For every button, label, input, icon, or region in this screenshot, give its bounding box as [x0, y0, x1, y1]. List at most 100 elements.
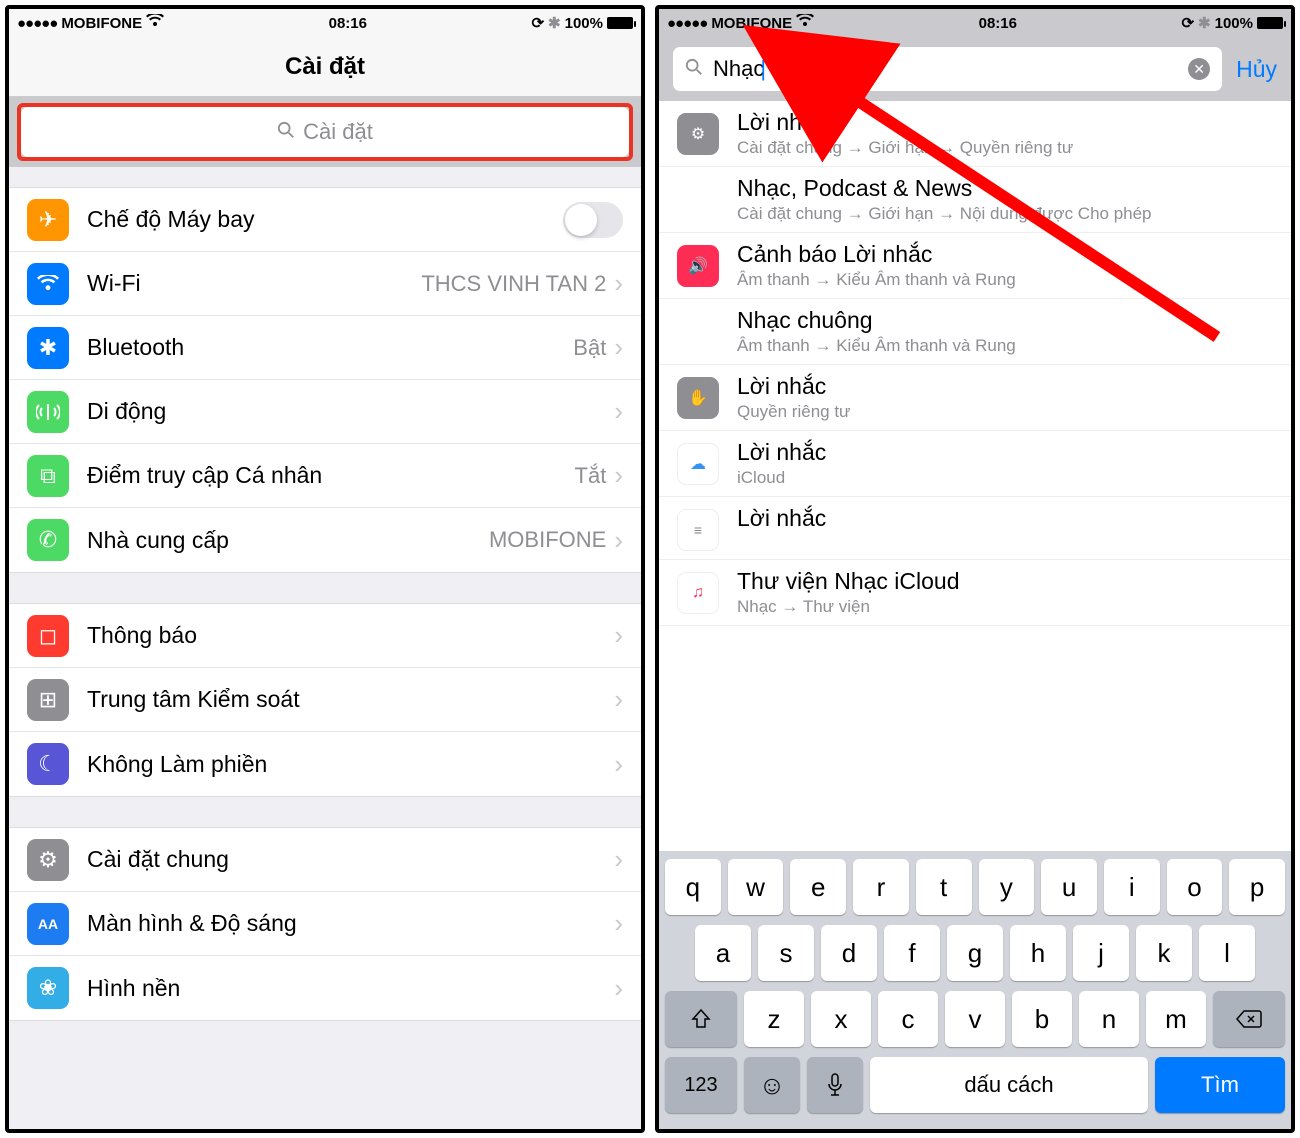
row-bluetooth[interactable]: ✱ Bluetooth Bật ›: [9, 316, 641, 380]
hand-icon: ✋: [677, 377, 719, 419]
signal-dots-icon: ●●●●●: [17, 15, 57, 32]
cancel-button[interactable]: Hủy: [1236, 56, 1277, 83]
dnd-icon: ☾: [27, 743, 69, 785]
key-l[interactable]: l: [1199, 925, 1255, 981]
result-item[interactable]: ≡ Lời nhắc: [659, 497, 1291, 560]
result-item[interactable]: ⚙ Lời nhắc Cài đặt chung → Giới hạn → Qu…: [659, 101, 1291, 167]
result-path: Âm thanh → Kiểu Âm thanh và Rung: [737, 336, 1273, 356]
space-key[interactable]: dấu cách: [870, 1057, 1148, 1113]
key-q[interactable]: q: [665, 859, 721, 915]
key-p[interactable]: p: [1229, 859, 1285, 915]
lock-icon: ⟳: [1181, 14, 1194, 32]
result-title: Lời nhắc: [737, 439, 1273, 466]
search-icon: [277, 119, 295, 145]
chevron-right-icon: ›: [614, 844, 623, 875]
row-hotspot[interactable]: ⧉ Điểm truy cập Cá nhân Tắt ›: [9, 444, 641, 508]
search-container: Cài đặt: [9, 97, 641, 167]
key-r[interactable]: r: [853, 859, 909, 915]
result-path: Cài đặt chung → Giới hạn → Quyền riêng t…: [737, 138, 1273, 158]
result-item[interactable]: ♫ Thư viện Nhạc iCloud Nhạc → Thư viện: [659, 560, 1291, 626]
row-label: Di động: [87, 398, 606, 425]
clock-label: 08:16: [979, 15, 1017, 32]
key-w[interactable]: w: [728, 859, 784, 915]
key-d[interactable]: d: [821, 925, 877, 981]
bluetooth-icon: ✱: [1198, 14, 1211, 32]
result-title: Cảnh báo Lời nhắc: [737, 241, 1273, 268]
clock-label: 08:16: [329, 15, 367, 32]
wallpaper-icon: ❀: [27, 967, 69, 1009]
row-dnd[interactable]: ☾ Không Làm phiền ›: [9, 732, 641, 796]
notifications-icon: ◻: [27, 615, 69, 657]
settings-group-connectivity: ✈ Chế độ Máy bay Wi-Fi THCS VINH TAN 2 ›…: [9, 187, 641, 573]
key-n[interactable]: n: [1079, 991, 1139, 1047]
carrier-label: MOBIFONE: [61, 15, 142, 32]
sound-icon: 🔊: [677, 245, 719, 287]
key-y[interactable]: y: [979, 859, 1035, 915]
key-s[interactable]: s: [758, 925, 814, 981]
row-label: Wi-Fi: [87, 270, 421, 297]
key-u[interactable]: u: [1041, 859, 1097, 915]
key-a[interactable]: a: [695, 925, 751, 981]
key-v[interactable]: v: [945, 991, 1005, 1047]
airplane-icon: ✈: [27, 199, 69, 241]
emoji-key[interactable]: ☺: [744, 1057, 800, 1113]
nav-bar: Cài đặt: [9, 37, 641, 97]
key-t[interactable]: t: [916, 859, 972, 915]
airplane-toggle[interactable]: [563, 202, 623, 238]
key-o[interactable]: o: [1167, 859, 1223, 915]
key-b[interactable]: b: [1012, 991, 1072, 1047]
key-h[interactable]: h: [1010, 925, 1066, 981]
key-k[interactable]: k: [1136, 925, 1192, 981]
search-field[interactable]: Cài đặt: [21, 107, 629, 157]
result-item[interactable]: ☁ Lời nhắc iCloud: [659, 431, 1291, 497]
row-airplane[interactable]: ✈ Chế độ Máy bay: [9, 188, 641, 252]
shift-key[interactable]: [665, 991, 737, 1047]
key-x[interactable]: x: [811, 991, 871, 1047]
hotspot-icon: ⧉: [27, 455, 69, 497]
wifi-settings-icon: [27, 263, 69, 305]
return-key[interactable]: Tìm: [1155, 1057, 1285, 1113]
result-path: iCloud: [737, 468, 1273, 488]
search-input[interactable]: Nhạc| ✕: [673, 47, 1222, 91]
music-icon: ♫: [677, 572, 719, 614]
gear-icon: ⚙: [27, 839, 69, 881]
row-label: Bluetooth: [87, 334, 573, 361]
row-wallpaper[interactable]: ❀ Hình nền ›: [9, 956, 641, 1020]
numeric-key[interactable]: 123: [665, 1057, 737, 1113]
row-carrier[interactable]: ✆ Nhà cung cấp MOBIFONE ›: [9, 508, 641, 572]
control-center-icon: ⊞: [27, 679, 69, 721]
keyboard-row-2: a s d f g h j k l: [665, 925, 1285, 981]
keyboard-row-4: 123 ☺ dấu cách Tìm: [665, 1057, 1285, 1113]
row-value: MOBIFONE: [489, 527, 606, 553]
row-label: Trung tâm Kiểm soát: [87, 686, 606, 713]
result-item[interactable]: Nhạc chuông Âm thanh → Kiểu Âm thanh và …: [659, 299, 1291, 365]
row-notifications[interactable]: ◻ Thông báo ›: [9, 604, 641, 668]
key-i[interactable]: i: [1104, 859, 1160, 915]
key-m[interactable]: m: [1146, 991, 1206, 1047]
mic-key[interactable]: [807, 1057, 863, 1113]
key-f[interactable]: f: [884, 925, 940, 981]
chevron-right-icon: ›: [614, 620, 623, 651]
bluetooth-settings-icon: ✱: [27, 327, 69, 369]
result-item[interactable]: ✋ Lời nhắc Quyền riêng tư: [659, 365, 1291, 431]
backspace-key[interactable]: [1213, 991, 1285, 1047]
row-general[interactable]: ⚙ Cài đặt chung ›: [9, 828, 641, 892]
row-control-center[interactable]: ⊞ Trung tâm Kiểm soát ›: [9, 668, 641, 732]
row-wifi[interactable]: Wi-Fi THCS VINH TAN 2 ›: [9, 252, 641, 316]
clear-icon[interactable]: ✕: [1188, 58, 1210, 80]
key-c[interactable]: c: [878, 991, 938, 1047]
key-j[interactable]: j: [1073, 925, 1129, 981]
key-e[interactable]: e: [790, 859, 846, 915]
bluetooth-icon: ✱: [548, 14, 561, 32]
row-cellular[interactable]: Di động ›: [9, 380, 641, 444]
phone-right-search: ●●●●● MOBIFONE 08:16 ⟳ ✱ 100% Nhạc| ✕ Hủ…: [655, 5, 1295, 1133]
row-display[interactable]: AA Màn hình & Độ sáng ›: [9, 892, 641, 956]
key-g[interactable]: g: [947, 925, 1003, 981]
result-item[interactable]: 🔊 Cảnh báo Lời nhắc Âm thanh → Kiểu Âm t…: [659, 233, 1291, 299]
row-label: Màn hình & Độ sáng: [87, 910, 606, 937]
result-title: Nhạc chuông: [737, 307, 1273, 334]
key-z[interactable]: z: [744, 991, 804, 1047]
chevron-right-icon: ›: [614, 684, 623, 715]
chevron-right-icon: ›: [614, 749, 623, 780]
result-item[interactable]: Nhạc, Podcast & News Cài đặt chung → Giớ…: [659, 167, 1291, 233]
